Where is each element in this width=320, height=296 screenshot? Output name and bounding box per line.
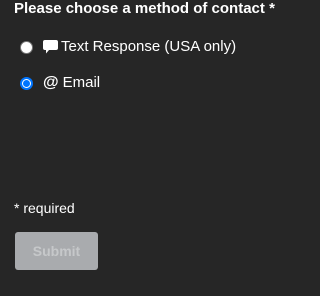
submit-button[interactable]: Submit <box>15 232 98 270</box>
required-note: * required <box>14 200 75 216</box>
contact-method-legend: Please choose a method of contact * <box>14 0 275 17</box>
email-option[interactable]: @ Email <box>20 73 100 93</box>
chat-bubble-icon <box>43 40 58 54</box>
text-response-radio[interactable] <box>20 40 33 54</box>
email-radio[interactable] <box>20 76 33 90</box>
text-response-label: Text Response (USA only) <box>61 38 237 55</box>
at-sign-icon: @ <box>43 74 59 91</box>
email-label: Email <box>62 74 101 91</box>
text-response-option[interactable]: Text Response (USA only) <box>20 37 236 57</box>
